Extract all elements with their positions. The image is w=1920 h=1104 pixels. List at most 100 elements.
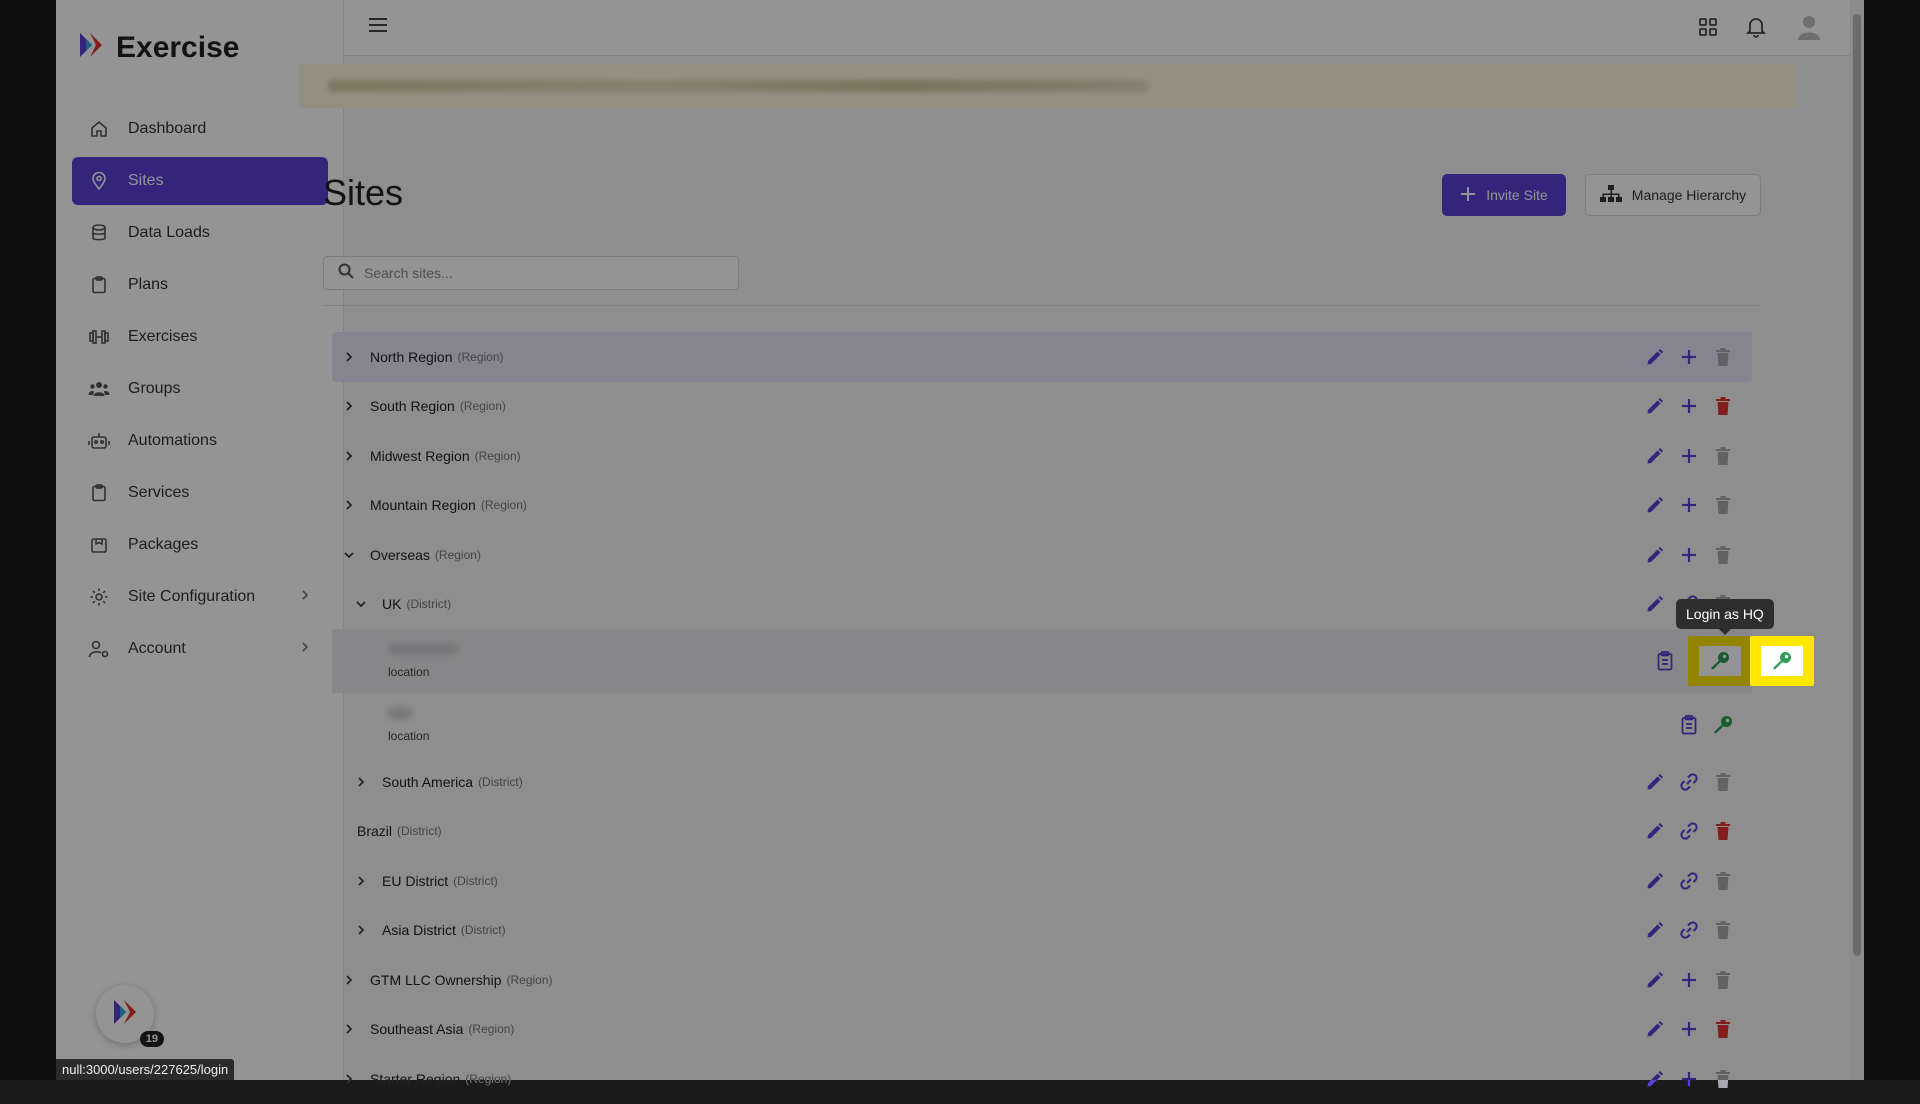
- trash-icon[interactable]: [1712, 544, 1734, 566]
- clipboard-icon[interactable]: [1678, 714, 1700, 736]
- sidebar-item-dashboard[interactable]: Dashboard: [72, 105, 328, 153]
- trash-icon[interactable]: [1712, 395, 1734, 417]
- edit-pencil-icon[interactable]: [1644, 969, 1666, 991]
- edit-pencil-icon[interactable]: [1644, 1068, 1666, 1090]
- edit-pencil-icon[interactable]: [1644, 593, 1666, 615]
- dumbbell-icon: [88, 326, 110, 348]
- trash-icon[interactable]: [1712, 771, 1734, 793]
- trash-icon[interactable]: [1712, 1068, 1734, 1090]
- tree-row[interactable]: South America(District): [332, 757, 1752, 807]
- tree-row[interactable]: EU District(District): [332, 856, 1752, 906]
- sidebar-item-account[interactable]: Account: [72, 625, 328, 673]
- edit-pencil-icon[interactable]: [1644, 870, 1666, 892]
- chevron-down-icon[interactable]: [340, 550, 358, 560]
- login-as-hq-highlight[interactable]: [1750, 636, 1814, 686]
- edit-pencil-icon[interactable]: [1644, 445, 1666, 467]
- sidebar-item-plans[interactable]: Plans: [72, 261, 328, 309]
- scrollbar-thumb[interactable]: [1853, 14, 1861, 956]
- trash-icon[interactable]: [1712, 1018, 1734, 1040]
- tree-row[interactable]: UK(District): [332, 580, 1752, 630]
- tree-row[interactable]: South Region(Region): [332, 382, 1752, 432]
- chevron-right-icon[interactable]: [340, 974, 358, 986]
- add-plus-icon[interactable]: [1678, 346, 1700, 368]
- apps-grid-icon[interactable]: [1698, 17, 1718, 42]
- chevron-right-icon[interactable]: [340, 1023, 358, 1035]
- chevron-right-icon[interactable]: [352, 924, 370, 936]
- add-plus-icon[interactable]: [1678, 969, 1700, 991]
- chevron-right-icon[interactable]: [340, 400, 358, 412]
- chevron-right-icon[interactable]: [340, 351, 358, 363]
- add-plus-icon[interactable]: [1678, 494, 1700, 516]
- link-icon[interactable]: [1678, 820, 1700, 842]
- add-plus-icon[interactable]: [1678, 395, 1700, 417]
- tree-row[interactable]: Brazil(District): [332, 807, 1752, 857]
- tree-row[interactable]: GTM LLC Ownership(Region): [332, 955, 1752, 1005]
- invite-site-button[interactable]: Invite Site: [1442, 174, 1566, 216]
- chevron-right-icon[interactable]: [340, 499, 358, 511]
- chevron-right-icon[interactable]: [352, 776, 370, 788]
- trash-icon[interactable]: [1712, 969, 1734, 991]
- location-row[interactable]: location: [332, 629, 1752, 693]
- add-plus-icon[interactable]: [1678, 544, 1700, 566]
- chevron-right-icon[interactable]: [352, 875, 370, 887]
- sidebar-item-site-configuration[interactable]: Site Configuration: [72, 573, 328, 621]
- row-actions: [1644, 807, 1734, 857]
- trash-icon[interactable]: [1712, 445, 1734, 467]
- trash-icon[interactable]: [1712, 870, 1734, 892]
- sidebar-item-label: Automations: [128, 432, 217, 450]
- edit-pencil-icon[interactable]: [1644, 494, 1666, 516]
- link-icon[interactable]: [1678, 870, 1700, 892]
- location-info: location: [388, 707, 429, 743]
- user-gear-icon: [88, 638, 110, 660]
- trash-icon[interactable]: [1712, 820, 1734, 842]
- sidebar-item-services[interactable]: Services: [72, 469, 328, 517]
- edit-pencil-icon[interactable]: [1644, 820, 1666, 842]
- chevron-right-icon: [300, 640, 310, 658]
- user-avatar-icon[interactable]: [1794, 12, 1824, 47]
- sidebar-item-automations[interactable]: Automations: [72, 417, 328, 465]
- key-icon[interactable]: [1712, 714, 1734, 736]
- login-as-hq-button[interactable]: [1688, 636, 1752, 686]
- edit-pencil-icon[interactable]: [1644, 346, 1666, 368]
- link-icon[interactable]: [1678, 919, 1700, 941]
- sidebar-item-packages[interactable]: Packages: [72, 521, 328, 569]
- search-input[interactable]: [364, 265, 714, 281]
- sidebar-item-groups[interactable]: Groups: [72, 365, 328, 413]
- menu-icon[interactable]: [368, 16, 388, 39]
- sidebar-item-exercises[interactable]: Exercises: [72, 313, 328, 361]
- edit-pencil-icon[interactable]: [1644, 544, 1666, 566]
- trash-icon[interactable]: [1712, 494, 1734, 516]
- edit-pencil-icon[interactable]: [1644, 771, 1666, 793]
- bell-icon[interactable]: [1746, 16, 1766, 43]
- help-launcher[interactable]: 19: [96, 985, 154, 1043]
- add-plus-icon[interactable]: [1678, 445, 1700, 467]
- tree-row[interactable]: North Region(Region): [332, 332, 1752, 382]
- trash-icon[interactable]: [1712, 919, 1734, 941]
- blurred-location-name: [388, 707, 412, 719]
- search-box[interactable]: [323, 256, 739, 290]
- add-plus-icon[interactable]: [1678, 1068, 1700, 1090]
- trash-icon[interactable]: [1712, 346, 1734, 368]
- login-as-hq-button-highlighted[interactable]: [1750, 636, 1814, 686]
- tree-row[interactable]: Mountain Region(Region): [332, 481, 1752, 531]
- sidebar-item-data-loads[interactable]: Data Loads: [72, 209, 328, 257]
- tree-row[interactable]: Midwest Region(Region): [332, 431, 1752, 481]
- clipboard-icon[interactable]: [1654, 650, 1676, 672]
- chevron-right-icon[interactable]: [340, 450, 358, 462]
- link-icon[interactable]: [1678, 771, 1700, 793]
- add-plus-icon[interactable]: [1678, 1018, 1700, 1040]
- tree-row[interactable]: Asia District(District): [332, 906, 1752, 956]
- brand[interactable]: Exercise: [76, 30, 239, 65]
- tree-row[interactable]: Southeast Asia(Region): [332, 1005, 1752, 1055]
- tree-row[interactable]: Overseas(Region): [332, 530, 1752, 580]
- manage-hierarchy-button[interactable]: Manage Hierarchy: [1585, 174, 1761, 216]
- chevron-down-icon[interactable]: [352, 599, 370, 609]
- edit-pencil-icon[interactable]: [1644, 1018, 1666, 1040]
- scrollbar[interactable]: [1850, 0, 1864, 1080]
- edit-pencil-icon[interactable]: [1644, 919, 1666, 941]
- location-row[interactable]: location: [332, 693, 1752, 757]
- chevron-right-icon[interactable]: [340, 1073, 358, 1085]
- tree-row[interactable]: Starter Region(Region): [332, 1054, 1752, 1104]
- sidebar-item-sites[interactable]: Sites: [72, 157, 328, 205]
- edit-pencil-icon[interactable]: [1644, 395, 1666, 417]
